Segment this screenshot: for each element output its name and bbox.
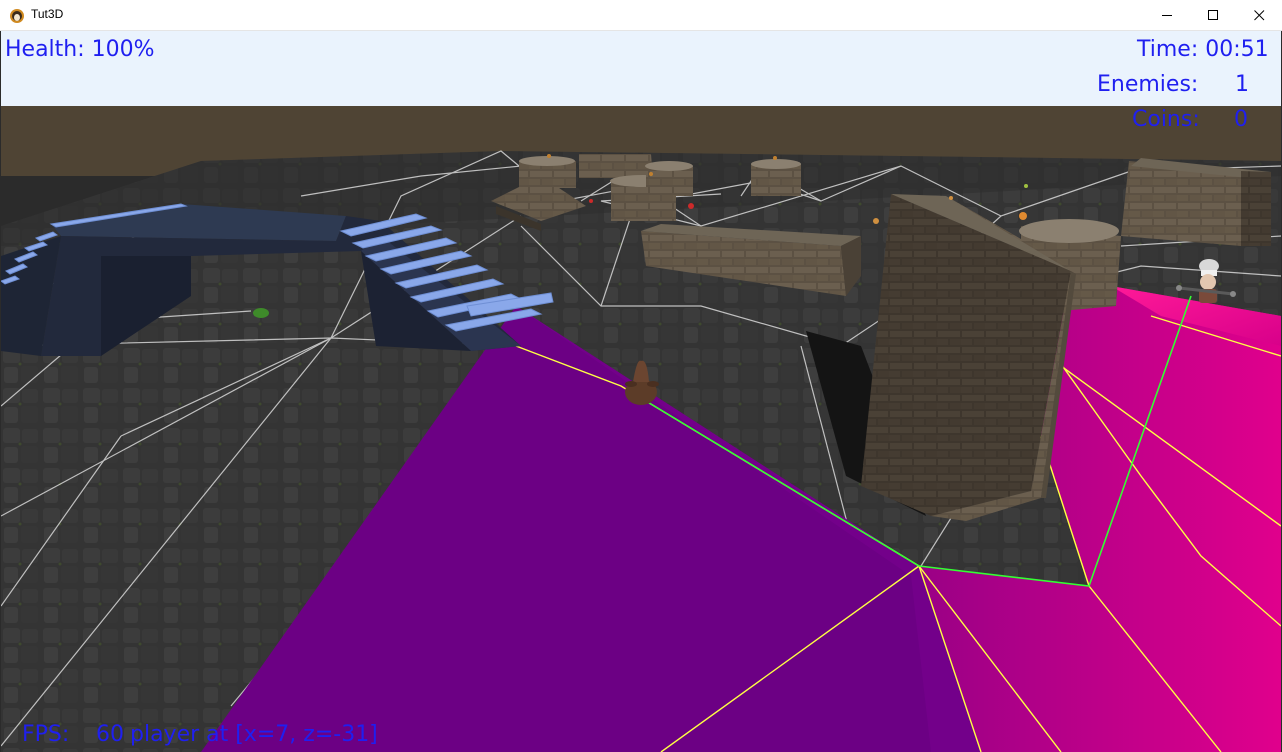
game-viewport[interactable]: Coins: 0 FPS: 60 player at [x=7, z=-31] (1, 106, 1281, 752)
hud-panel: Health: 100% Time: 00:51 Enemies: 1 (1, 31, 1281, 106)
player-position: player at [x=7, z=-31] (130, 722, 378, 747)
maximize-icon (1208, 10, 1218, 20)
time-readout: Time: 00:51 (1137, 37, 1269, 62)
melon-pickup (253, 308, 269, 318)
close-icon (1254, 10, 1265, 21)
coins-label: Coins: (1132, 107, 1200, 132)
coins-count: 0 (1234, 107, 1248, 132)
minimize-button[interactable] (1144, 0, 1190, 31)
scene-render (1, 106, 1281, 752)
fps-value: 60 (96, 722, 124, 747)
window-title: Tut3D (31, 7, 64, 21)
minimize-icon (1162, 15, 1172, 16)
close-button[interactable] (1236, 0, 1282, 31)
maximize-button[interactable] (1190, 0, 1236, 31)
penguin-app-icon (10, 9, 24, 23)
enemies-label: Enemies: (1097, 72, 1199, 97)
title-bar[interactable]: Tut3D (0, 0, 1282, 31)
fps-label: FPS: (22, 722, 70, 747)
enemies-count: 1 (1235, 72, 1249, 97)
health-readout: Health: 100% (5, 37, 155, 62)
